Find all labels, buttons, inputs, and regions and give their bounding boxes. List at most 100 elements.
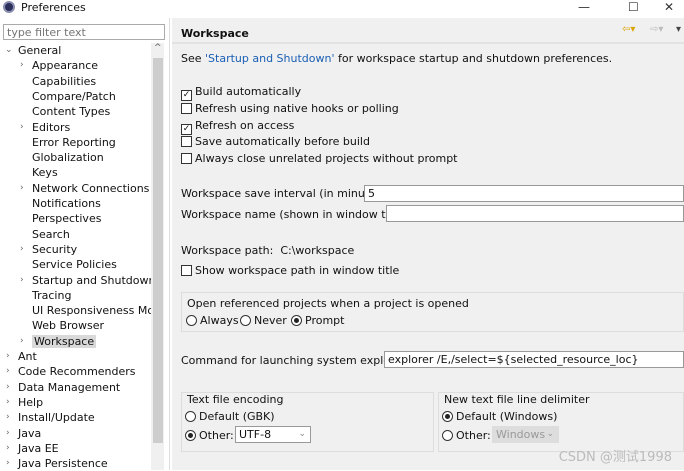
delimiter-default-radio[interactable]: Default (Windows)	[442, 410, 557, 423]
chevron-right-icon[interactable]: ›	[6, 426, 10, 441]
checkbox-0[interactable]: ✓ Build automatically	[181, 85, 301, 101]
radio-icon[interactable]	[186, 315, 197, 326]
tree-item[interactable]: › Java Persistence	[6, 456, 108, 471]
chevron-right-icon[interactable]: ›	[20, 242, 24, 257]
tree-item[interactable]: Error Reporting	[20, 135, 116, 150]
explorer-command-input[interactable]: explorer /E,/select=${selected_resource_…	[384, 351, 684, 368]
tree-item[interactable]: Search	[20, 227, 70, 242]
chevron-down-icon[interactable]: ⌄	[5, 43, 13, 58]
tree-item[interactable]: Keys	[20, 165, 58, 180]
tree-item[interactable]: Perspectives	[20, 211, 101, 226]
radio-icon[interactable]	[240, 315, 251, 326]
tree-item[interactable]: Notifications	[20, 196, 101, 211]
workspace-path-label: Workspace path: C:\workspace	[181, 244, 354, 257]
workspace-name-input[interactable]	[386, 205, 684, 222]
tree-item[interactable]: › Network Connections	[20, 181, 149, 196]
checkbox-3[interactable]: Save automatically before build	[181, 135, 370, 148]
radio-icon[interactable]	[442, 411, 453, 422]
chevron-right-icon[interactable]: ›	[20, 334, 24, 349]
tree-item[interactable]: › Editors	[20, 120, 70, 135]
tree-item-label: Globalization	[32, 151, 104, 165]
encoding-default-label: Default (GBK)	[199, 410, 275, 423]
tree-item-label: Web Browser	[32, 319, 105, 333]
tree-item-label: Content Types	[32, 105, 111, 119]
checkbox-1[interactable]: Refresh using native hooks or polling	[181, 102, 399, 115]
tree-item[interactable]: › Code Recommenders	[6, 364, 136, 379]
radio-always[interactable]: Always	[186, 314, 239, 327]
tree-item[interactable]: Capabilities	[20, 74, 96, 89]
radio-icon[interactable]	[185, 430, 196, 441]
menu-icon[interactable]: ▾	[676, 24, 681, 35]
radio-icon[interactable]	[185, 411, 196, 422]
show-path-label: Show workspace path in window title	[195, 264, 400, 277]
chevron-right-icon[interactable]: ›	[6, 395, 10, 410]
checkbox-4[interactable]: Always close unrelated projects without …	[181, 152, 458, 165]
checkbox-icon[interactable]	[181, 102, 192, 114]
tree-item[interactable]: UI Responsiveness Moni	[20, 303, 164, 318]
checkbox-icon[interactable]	[181, 136, 192, 148]
radio-icon[interactable]	[291, 315, 302, 326]
explorer-label: Command for launching system explorer:	[181, 354, 410, 367]
checkbox-label: Refresh on access	[195, 118, 295, 132]
tree-item[interactable]: › Java EE	[6, 441, 59, 456]
back-arrow-icon[interactable]: ⇦▾	[622, 24, 635, 35]
tree-item[interactable]: Service Policies	[20, 257, 117, 272]
forward-arrow-icon[interactable]: ⇨▾	[650, 24, 663, 35]
tree-item[interactable]: Tracing	[20, 288, 71, 303]
delimiter-select[interactable]: Windows ⌄	[492, 426, 559, 443]
tree-item[interactable]: › Security	[20, 242, 77, 257]
chevron-right-icon[interactable]: ›	[6, 349, 10, 364]
chevron-right-icon[interactable]: ›	[6, 364, 10, 379]
delimiter-other-radio[interactable]: Other:	[442, 429, 491, 442]
tree-item[interactable]: Compare/Patch	[20, 89, 116, 104]
tree-item[interactable]: › Startup and Shutdown	[20, 273, 155, 288]
chevron-right-icon[interactable]: ›	[20, 273, 24, 288]
checkbox-2[interactable]: ✓ Refresh on access	[181, 119, 294, 135]
minimize-button[interactable]: —	[578, 0, 590, 14]
see-suffix: for workspace startup and shutdown prefe…	[334, 52, 613, 65]
never-label: Never	[254, 314, 287, 327]
radio-icon[interactable]	[442, 430, 453, 441]
tree-item[interactable]: › Ant	[6, 349, 37, 364]
tree-item[interactable]: Content Types	[20, 104, 110, 119]
tree-item[interactable]: › Data Management	[6, 380, 120, 395]
close-button[interactable]: ✕	[664, 0, 674, 14]
chevron-right-icon[interactable]: ›	[6, 456, 10, 471]
filter-input[interactable]	[3, 24, 165, 40]
radio-never[interactable]: Never	[240, 314, 287, 327]
chevron-right-icon[interactable]: ›	[20, 181, 24, 196]
save-interval-input[interactable]: 5	[364, 185, 684, 202]
checkbox-icon[interactable]: ✓	[181, 123, 192, 135]
tree-item[interactable]: Globalization	[20, 150, 104, 165]
tree-item-label: Notifications	[32, 197, 101, 210]
chevron-right-icon[interactable]: ›	[20, 120, 24, 135]
scrollbar-thumb[interactable]	[153, 58, 163, 443]
tree-item-label: Ant	[18, 350, 37, 363]
chevron-right-icon[interactable]: ›	[6, 410, 10, 425]
tree-item[interactable]: › Install/Update	[6, 410, 95, 425]
maximize-button[interactable]: ☐	[628, 0, 639, 14]
tree-item[interactable]: › Java	[6, 426, 41, 441]
tree-item-label: Compare/Patch	[32, 89, 116, 103]
checkbox-icon[interactable]	[181, 153, 192, 165]
encoding-default-radio[interactable]: Default (GBK)	[185, 410, 275, 423]
chevron-right-icon[interactable]: ›	[6, 441, 10, 456]
tree-item[interactable]: › Help	[6, 395, 43, 410]
tree-item[interactable]: ⌄ General	[5, 43, 62, 58]
chevron-right-icon[interactable]: ›	[20, 58, 24, 73]
checkbox-icon[interactable]	[181, 265, 192, 276]
encoding-value: UTF-8	[239, 428, 272, 441]
chevron-right-icon[interactable]: ›	[6, 380, 10, 395]
tree-item[interactable]: Web Browser	[20, 318, 104, 333]
encoding-select[interactable]: UTF-8 ⌄	[235, 426, 311, 443]
tree-item-label: General	[18, 44, 62, 57]
tree-item[interactable]: › Workspace	[20, 334, 97, 349]
radio-prompt[interactable]: Prompt	[291, 314, 344, 327]
scroll-up-icon[interactable]: ^	[154, 43, 162, 53]
encoding-other-radio[interactable]: Other:	[185, 429, 234, 442]
encoding-other-label: Other:	[199, 429, 234, 442]
tree-item[interactable]: › Appearance	[20, 58, 98, 73]
show-path-checkbox[interactable]: Show workspace path in window title	[181, 264, 399, 277]
startup-shutdown-link[interactable]: 'Startup and Shutdown'	[205, 52, 334, 65]
checkbox-icon[interactable]: ✓	[181, 90, 192, 101]
